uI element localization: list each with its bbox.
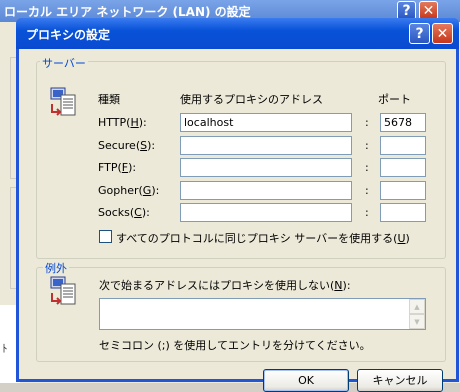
- close-icon: ✕: [436, 25, 449, 42]
- socks-label: Socks(C):: [98, 206, 150, 219]
- chevron-down-icon: ▼: [414, 317, 420, 326]
- gopher-label: Gopher(G):: [98, 184, 160, 197]
- proxy-settings-dialog: プロキシの設定 ? ✕ サーバー 種類 使用するプロキシのアドレス ポート HT…: [16, 18, 459, 392]
- exceptions-textarea[interactable]: ▲ ▼: [99, 298, 426, 330]
- column-header-port: ポート: [378, 93, 411, 106]
- secure-label: Secure(S):: [98, 139, 156, 152]
- secure-colon: :: [365, 139, 369, 152]
- chevron-up-icon: ▲: [414, 302, 420, 311]
- scroll-down-button[interactable]: ▼: [409, 314, 425, 329]
- servers-group-legend: サーバー: [40, 55, 88, 71]
- ftp-label: FTP(F):: [98, 161, 137, 174]
- gopher-colon: :: [365, 184, 369, 197]
- help-icon: ?: [402, 2, 411, 19]
- same-proxy-label[interactable]: すべてのプロトコルに同じプロキシ サーバーを使用する(U): [116, 230, 410, 246]
- ftp-port-input[interactable]: [380, 158, 426, 177]
- help-icon: ?: [415, 25, 424, 42]
- http-label: HTTP(H):: [98, 116, 147, 129]
- dialog-close-button[interactable]: ✕: [432, 23, 453, 44]
- close-icon: ✕: [422, 2, 435, 19]
- column-header-address: 使用するプロキシのアドレス: [180, 93, 323, 106]
- background-bottom-text: ﾄ: [2, 342, 8, 355]
- gopher-address-input[interactable]: [180, 181, 352, 200]
- gopher-port-input[interactable]: [380, 181, 426, 200]
- http-address-input[interactable]: localhost: [180, 113, 352, 132]
- socks-port-input[interactable]: [380, 203, 426, 222]
- column-header-type: 種類: [98, 93, 120, 106]
- ftp-address-input[interactable]: [180, 158, 352, 177]
- dialog-title-bar: プロキシの設定 ? ✕: [16, 18, 459, 49]
- exceptions-group-legend: 例外: [43, 260, 69, 276]
- exceptions-icon: [50, 276, 76, 305]
- socks-address-input[interactable]: [180, 203, 352, 222]
- http-port-input[interactable]: 5678: [380, 113, 426, 132]
- ftp-colon: :: [365, 161, 369, 174]
- http-colon: :: [365, 116, 369, 129]
- cancel-button[interactable]: キャンセル: [357, 369, 443, 392]
- ok-button[interactable]: OK: [263, 369, 349, 392]
- same-proxy-checkbox[interactable]: [99, 230, 112, 243]
- exceptions-scrollbar[interactable]: ▲ ▼: [409, 299, 425, 329]
- dialog-title: プロキシの設定: [26, 28, 111, 42]
- exceptions-hint: セミコロン (;) を使用してエントリを分けてください。: [99, 339, 371, 352]
- dialog-body: サーバー 種類 使用するプロキシのアドレス ポート HTTP(H): local…: [19, 49, 456, 392]
- proxy-server-icon: [50, 87, 76, 116]
- secure-address-input[interactable]: [180, 136, 352, 155]
- secure-port-input[interactable]: [380, 136, 426, 155]
- scroll-up-button[interactable]: ▲: [409, 299, 425, 314]
- exceptions-prompt: 次で始まるアドレスにはプロキシを使用しない(N):: [99, 279, 351, 292]
- dialog-help-button[interactable]: ?: [409, 23, 430, 44]
- socks-colon: :: [365, 206, 369, 219]
